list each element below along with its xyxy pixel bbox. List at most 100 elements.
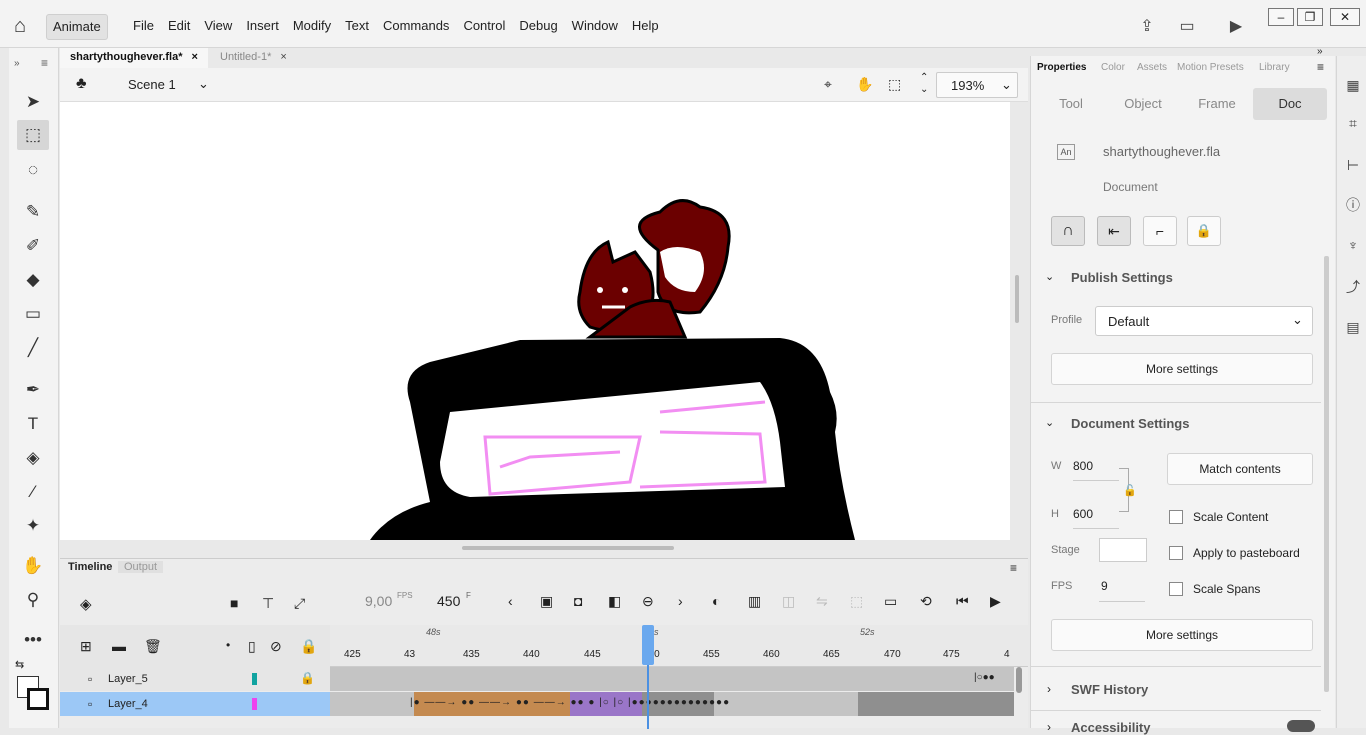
layer-color-swatch[interactable]	[252, 698, 257, 710]
profile-select[interactable]: Default ⌄	[1095, 306, 1313, 336]
layer-row[interactable]: ▫ Layer_4	[60, 692, 330, 716]
document-settings-header[interactable]: Document Settings	[1071, 416, 1189, 431]
segment-frame[interactable]: Frame	[1183, 88, 1251, 120]
free-transform-tool-icon[interactable]: ⬚	[17, 120, 49, 150]
visibility-icon[interactable]: ⊘	[270, 638, 282, 655]
minimize-button[interactable]: –	[1268, 8, 1294, 26]
chevron-right-icon[interactable]: ›	[1047, 682, 1051, 696]
timeline-vertical-scrollbar[interactable]	[1016, 667, 1022, 693]
pen-tool-icon[interactable]: ✒	[21, 378, 45, 402]
menu-help[interactable]: Help	[625, 18, 666, 33]
close-tab-icon[interactable]: ×	[192, 51, 198, 63]
publish-more-settings-button[interactable]: More settings	[1051, 353, 1313, 385]
rectangle-tool-icon[interactable]: ▭	[21, 302, 45, 326]
tab-motion-presets[interactable]: Motion Presets	[1177, 62, 1244, 73]
swf-history-header[interactable]: SWF History	[1071, 682, 1148, 697]
lock-icon[interactable]: 🔒	[300, 671, 315, 685]
snap-icon[interactable]: ⌖	[824, 76, 832, 93]
scene-name[interactable]: Scene 1	[128, 77, 176, 92]
play-icon[interactable]: ▶	[990, 593, 1001, 610]
tab-properties[interactable]: Properties	[1037, 62, 1086, 73]
close-tab-icon[interactable]: ×	[280, 51, 286, 63]
menu-insert[interactable]: Insert	[239, 18, 286, 33]
menu-text[interactable]: Text	[338, 18, 376, 33]
next-keyframe-icon[interactable]: ›	[678, 593, 683, 609]
lock-icon[interactable]: 🔒	[1187, 216, 1221, 246]
menu-view[interactable]: View	[197, 18, 239, 33]
layer-color-swatch[interactable]	[252, 673, 257, 685]
delete-layer-icon[interactable]: 🗑	[144, 638, 162, 655]
edit-multiple-frames-icon[interactable]: ▥	[748, 593, 761, 610]
toolbox-menu-icon[interactable]: ≡	[41, 56, 48, 70]
new-layer-icon[interactable]: ⊞	[80, 638, 92, 655]
chevron-down-icon[interactable]: ⌄	[198, 76, 209, 92]
zoom-stepper-icon[interactable]: ⌃ ⌄	[920, 72, 928, 96]
panel-layout-icon[interactable]: ▭	[1176, 16, 1198, 38]
menu-commands[interactable]: Commands	[376, 18, 456, 33]
swap-colors-icon[interactable]: ⇆	[15, 658, 24, 671]
tab-untitled[interactable]: Untitled-1* ×	[210, 48, 297, 68]
publish-settings-header[interactable]: Publish Settings	[1071, 270, 1173, 285]
share-icon[interactable]: ⇪	[1136, 16, 1158, 38]
layer-row[interactable]: ▫ Layer_5 🔒	[60, 667, 330, 691]
prev-keyframe-icon[interactable]: ‹	[508, 593, 513, 609]
insert-blank-keyframe-icon[interactable]: ◘	[574, 593, 582, 609]
frame-row[interactable]: |○●●	[330, 667, 1014, 691]
paint-brush-tool-icon[interactable]: ✎	[21, 200, 45, 224]
stage-color-swatch[interactable]	[1099, 538, 1147, 562]
transform-icon[interactable]: ⌗	[1344, 114, 1362, 132]
scene-icon[interactable]: ♣	[76, 75, 87, 93]
menu-debug[interactable]: Debug	[512, 18, 564, 33]
remove-frame-icon[interactable]: ⊖	[642, 593, 654, 610]
menu-window[interactable]: Window	[565, 18, 625, 33]
line-tool-icon[interactable]: ╱	[21, 336, 45, 360]
menu-control[interactable]: Control	[456, 18, 512, 33]
rulers-icon[interactable]: ⌐	[1143, 216, 1177, 246]
hand-tool-icon[interactable]: ✋	[21, 554, 45, 578]
components-icon[interactable]: ♆	[1344, 236, 1362, 254]
outline-icon[interactable]: ▯	[248, 638, 256, 655]
frame-span-icon[interactable]: ▭	[884, 593, 897, 610]
fps-field[interactable]: 9	[1101, 579, 1108, 593]
segment-doc[interactable]: Doc	[1253, 88, 1327, 120]
layer-name[interactable]: Layer_5	[108, 673, 148, 685]
height-field[interactable]: 600	[1073, 507, 1093, 521]
test-movie-icon[interactable]: ▶	[1225, 16, 1247, 38]
selection-tool-icon[interactable]: ➤	[21, 90, 45, 114]
scale-content-checkbox[interactable]	[1169, 510, 1183, 524]
motion-editor-icon[interactable]: ⤴	[1344, 278, 1362, 296]
eyedropper-tool-icon[interactable]: ⁄	[21, 480, 45, 504]
fill-color-swatch[interactable]	[27, 688, 49, 710]
new-folder-icon[interactable]: ▬	[112, 638, 126, 654]
paint-bucket-tool-icon[interactable]: ◈	[21, 446, 45, 470]
onion-skin-icon[interactable]: ◐	[712, 593, 720, 609]
tab-color[interactable]: Color	[1101, 62, 1125, 73]
clip-content-icon[interactable]: ⬚	[888, 76, 901, 93]
stage-canvas[interactable]	[60, 102, 1010, 540]
tab-timeline[interactable]: Timeline	[62, 561, 118, 573]
panel-collapse-icon[interactable]: »	[1317, 46, 1323, 57]
frame-value[interactable]: 450	[437, 593, 460, 609]
stage-vertical-scrollbar[interactable]	[1015, 275, 1019, 323]
link-lock-icon[interactable]: 🔓	[1123, 484, 1137, 497]
frame-row[interactable]: |● ——→ ●● ——→ ●● ——→ ●● ● |○ |○ |●●●●●●●…	[330, 692, 1014, 716]
step-back-icon[interactable]: ⏮	[956, 593, 969, 610]
zoom-tool-icon[interactable]: ⚲	[21, 588, 45, 612]
menu-edit[interactable]: Edit	[161, 18, 197, 33]
toolbox-collapse-icon[interactable]: »	[14, 58, 20, 69]
eraser-tool-icon[interactable]: ◆	[21, 268, 45, 292]
pin-tool-icon[interactable]: ✦	[21, 514, 45, 538]
brush-tool-icon[interactable]: ✐	[21, 234, 45, 258]
frame-span[interactable]	[858, 692, 1014, 716]
segment-object[interactable]: Object	[1109, 88, 1177, 120]
apply-pasteboard-checkbox[interactable]	[1169, 546, 1183, 560]
more-tools-icon[interactable]: •••	[21, 628, 45, 652]
swatches-icon[interactable]: ▦	[1344, 76, 1362, 94]
width-field[interactable]: 800	[1073, 459, 1093, 473]
insert-frame-icon[interactable]: ◧	[608, 593, 621, 610]
loop-icon[interactable]: ⟲	[920, 593, 932, 610]
scroll-thumb[interactable]	[462, 546, 674, 550]
chevron-down-icon[interactable]: ⌄	[1045, 416, 1054, 429]
restore-button[interactable]: ❐	[1297, 8, 1323, 26]
zoom-field[interactable]: 193% ⌄	[936, 72, 1018, 98]
